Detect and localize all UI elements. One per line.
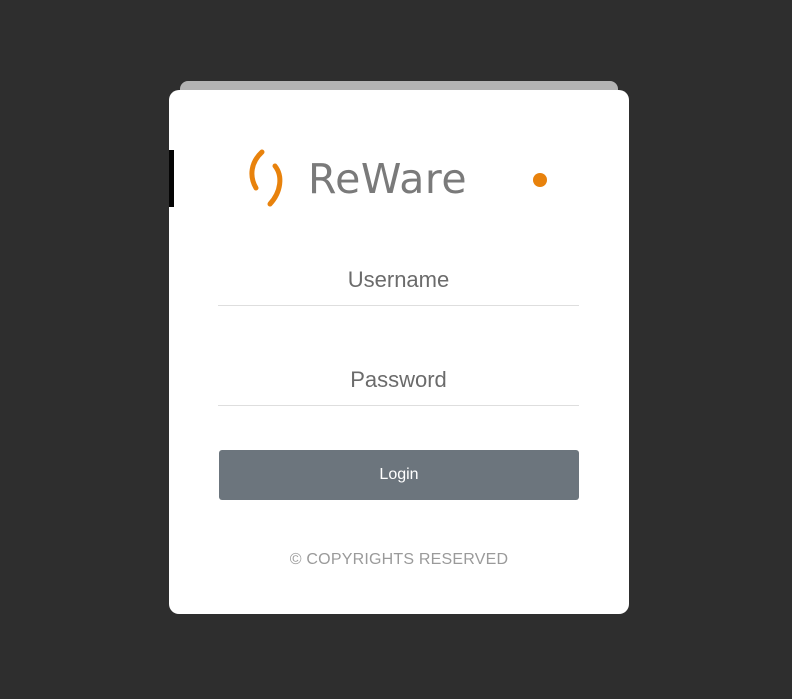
reware-logo: ReWare [248, 148, 558, 210]
side-marker [169, 150, 174, 207]
login-page: ReWare Login © COPYRIGHTS RESERVED [0, 0, 792, 699]
password-input[interactable] [218, 354, 579, 406]
login-button[interactable]: Login [219, 450, 579, 500]
logo-text: ReWare [308, 155, 468, 203]
logo-bracket-left-icon [249, 149, 265, 191]
logo-dot-icon [533, 173, 547, 187]
logo-bracket-right-icon [267, 163, 283, 207]
copyright-text: © COPYRIGHTS RESERVED [289, 551, 509, 568]
username-input[interactable] [218, 254, 579, 306]
